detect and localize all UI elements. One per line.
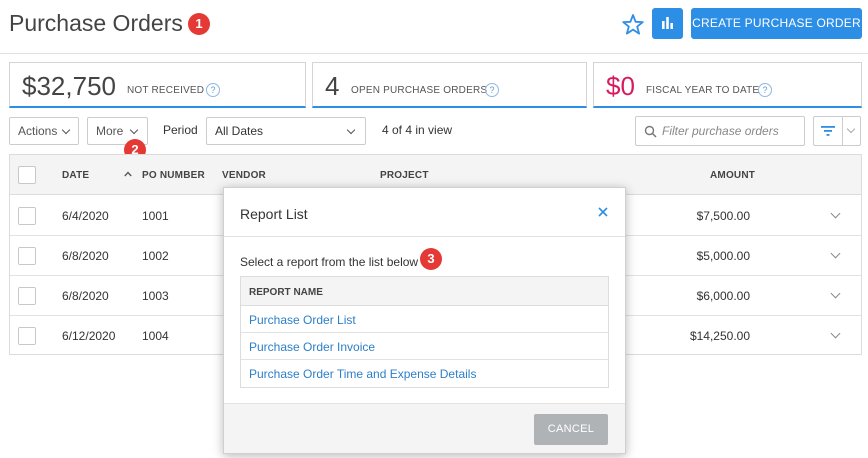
chevron-down-icon xyxy=(61,125,71,135)
cancel-button[interactable]: CANCEL xyxy=(534,414,608,445)
actions-dropdown[interactable]: Actions xyxy=(9,117,79,145)
dialog-header: Report List xyxy=(224,188,625,237)
header-divider xyxy=(0,53,868,54)
row-amount: $6,000.00 xyxy=(696,289,750,303)
row-date: 6/8/2020 xyxy=(62,289,109,303)
period-value: All Dates xyxy=(215,124,264,138)
stat-label: FISCAL YEAR TO DATE xyxy=(646,85,760,96)
dialog-title: Report List xyxy=(240,206,308,222)
expand-row-icon[interactable] xyxy=(830,248,841,259)
column-header-report-name: REPORT NAME xyxy=(249,287,323,298)
expand-row-icon[interactable] xyxy=(830,288,841,299)
period-label: Period xyxy=(163,123,198,137)
period-select[interactable]: All Dates xyxy=(206,117,366,145)
stat-label: OPEN PURCHASE ORDERS xyxy=(351,85,488,96)
search-input[interactable]: Filter purchase orders xyxy=(635,116,805,146)
report-list-header: REPORT NAME xyxy=(241,277,608,306)
favorite-button[interactable] xyxy=(620,12,646,38)
help-icon[interactable]: ? xyxy=(206,83,220,97)
row-po-number: 1002 xyxy=(142,249,169,263)
stat-label: NOT RECEIVED xyxy=(127,85,205,96)
row-date: 6/12/2020 xyxy=(62,329,116,343)
help-icon[interactable]: ? xyxy=(758,83,772,97)
report-list-table: REPORT NAME Purchase Order List Purchase… xyxy=(240,276,609,388)
expand-row-icon[interactable] xyxy=(830,208,841,219)
report-list-item[interactable]: Purchase Order Time and Expense Details xyxy=(241,360,608,387)
more-label: More xyxy=(96,124,124,138)
column-header-date[interactable]: DATE xyxy=(62,170,89,181)
view-count: 4 of 4 in view xyxy=(382,123,453,137)
search-icon xyxy=(644,125,657,138)
star-icon xyxy=(622,14,644,35)
filter-icon xyxy=(821,126,835,136)
row-po-number: 1004 xyxy=(142,329,169,343)
column-header-po-number[interactable]: PO NUMBER xyxy=(142,170,205,181)
close-icon[interactable] xyxy=(596,205,610,219)
dialog-instructions: Select a report from the list below xyxy=(240,255,419,269)
stat-value: $0 xyxy=(606,71,635,101)
callout-badge-3: 3 xyxy=(420,248,442,270)
row-amount: $5,000.00 xyxy=(696,249,750,263)
filter-button[interactable] xyxy=(813,116,843,146)
row-amount: $14,250.00 xyxy=(689,329,750,343)
column-header-amount[interactable]: AMOUNT xyxy=(710,170,755,181)
row-date: 6/8/2020 xyxy=(62,249,109,263)
row-checkbox[interactable] xyxy=(18,327,36,345)
column-header-vendor[interactable]: VENDOR xyxy=(222,170,266,181)
report-list-dialog: Report List Select a report from the lis… xyxy=(223,187,626,454)
expand-row-icon[interactable] xyxy=(830,328,841,339)
stat-value: 4 xyxy=(325,71,340,101)
report-link[interactable]: Purchase Order List xyxy=(249,313,356,327)
stat-card-not-received[interactable]: $32,750 NOT RECEIVED ? xyxy=(9,62,306,108)
column-header-project[interactable]: PROJECT xyxy=(380,170,429,181)
sort-ascending-icon[interactable] xyxy=(124,171,132,177)
row-po-number: 1003 xyxy=(142,289,169,303)
help-icon[interactable]: ? xyxy=(485,83,499,97)
report-list-item[interactable]: Purchase Order List xyxy=(241,306,608,333)
callout-badge-1: 1 xyxy=(188,13,210,35)
row-date: 6/4/2020 xyxy=(62,209,109,223)
stat-card-open-purchase-orders[interactable]: 4 OPEN PURCHASE ORDERS ? xyxy=(312,62,587,108)
chevron-down-icon xyxy=(346,125,356,135)
select-all-checkbox[interactable] xyxy=(18,166,36,184)
chevron-down-icon xyxy=(129,125,139,135)
bar-chart-icon xyxy=(662,17,673,29)
chevron-down-icon xyxy=(846,124,856,134)
stat-card-fiscal-year-to-date[interactable]: $0 FISCAL YEAR TO DATE ? xyxy=(593,62,862,108)
filter-options-dropdown[interactable] xyxy=(842,116,861,146)
row-amount: $7,500.00 xyxy=(696,209,750,223)
report-list-item[interactable]: Purchase Order Invoice xyxy=(241,333,608,360)
create-purchase-order-button[interactable]: CREATE PURCHASE ORDER xyxy=(691,8,862,39)
report-link[interactable]: Purchase Order Time and Expense Details xyxy=(249,367,476,381)
stat-value: $32,750 xyxy=(22,71,116,101)
page-title: Purchase Orders xyxy=(9,10,183,36)
actions-label: Actions xyxy=(18,124,58,138)
reports-button[interactable] xyxy=(652,8,683,39)
row-checkbox[interactable] xyxy=(18,287,36,305)
row-po-number: 1001 xyxy=(142,209,169,223)
report-link[interactable]: Purchase Order Invoice xyxy=(249,340,375,354)
search-placeholder: Filter purchase orders xyxy=(662,124,779,138)
dialog-footer: CANCEL xyxy=(224,403,625,453)
row-checkbox[interactable] xyxy=(18,247,36,265)
row-checkbox[interactable] xyxy=(18,207,36,225)
